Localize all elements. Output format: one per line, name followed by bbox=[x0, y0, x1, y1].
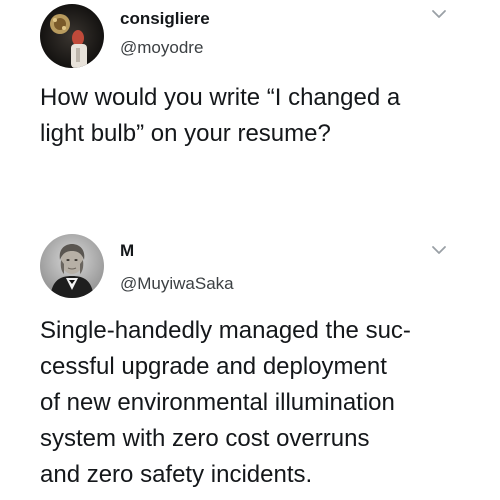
display-name[interactable]: M bbox=[120, 241, 134, 261]
tweet-text-line: and zero safety incidents. bbox=[40, 461, 313, 488]
tweet-text: How would you write “I changed a light b… bbox=[40, 80, 480, 152]
user-handle[interactable]: @MuyiwaSaka bbox=[120, 274, 234, 294]
chevron-down-icon[interactable] bbox=[431, 244, 447, 256]
user-handle[interactable]: @moyodre bbox=[120, 38, 203, 58]
profile-photo-portrait-icon bbox=[40, 234, 104, 298]
tweet-text-line: cessful upgrade and deployment bbox=[40, 353, 387, 380]
profile-photo-consigliere-icon bbox=[40, 4, 104, 68]
divider bbox=[0, 196, 500, 220]
chevron-down-icon[interactable] bbox=[431, 8, 447, 20]
tweet-m: M @MuyiwaSaka Single-handedly managed th… bbox=[0, 220, 500, 500]
display-name[interactable]: consigliere bbox=[120, 9, 210, 29]
tweet-consigliere: consigliere @moyodre How would you write… bbox=[0, 0, 500, 196]
tweet-text-line: of new environmental illumination bbox=[40, 389, 395, 416]
tweet-text-line: light bulb” on your resume? bbox=[40, 120, 331, 147]
avatar[interactable] bbox=[40, 4, 104, 68]
tweet-text: Single-handedly managed the suc- cessful… bbox=[40, 313, 480, 493]
tweet-screenshot: consigliere @moyodre How would you write… bbox=[0, 0, 500, 500]
tweet-text-line: Single-handedly managed the suc- bbox=[40, 317, 411, 344]
tweet-text-line: How would you write “I changed a bbox=[40, 84, 401, 111]
tweet-text-line: system with zero cost overruns bbox=[40, 425, 370, 452]
avatar[interactable] bbox=[40, 234, 104, 298]
